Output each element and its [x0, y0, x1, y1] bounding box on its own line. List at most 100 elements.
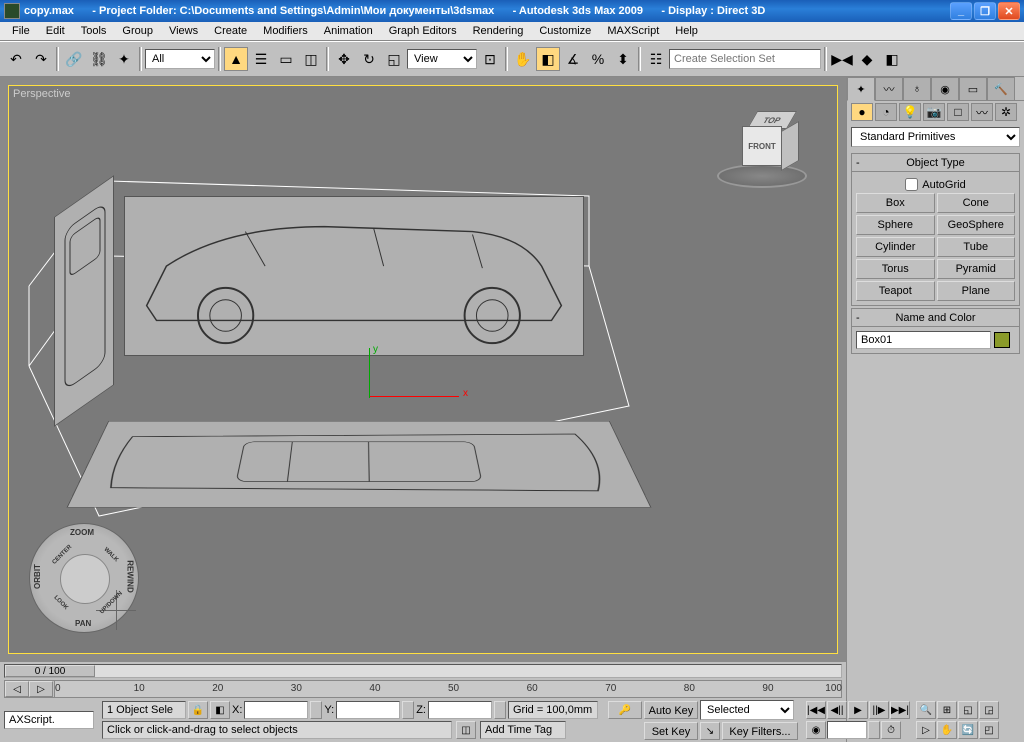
key-mode-toggle[interactable]: ◉ — [806, 721, 826, 739]
add-time-tag[interactable]: Add Time Tag — [480, 721, 566, 739]
redo-button[interactable]: ↷ — [29, 47, 53, 71]
navwheel-look[interactable]: LOOK — [52, 595, 69, 612]
hierarchy-tab[interactable]: ♁ — [903, 77, 931, 101]
object-name-input[interactable] — [856, 331, 991, 349]
z-coord-input[interactable] — [428, 701, 492, 719]
utilities-tab[interactable]: 🔨 — [987, 77, 1015, 101]
key-mode-button[interactable]: ↘ — [700, 722, 720, 740]
unlink-button[interactable]: ⛓ — [87, 47, 111, 71]
viewcube-side-face[interactable] — [781, 121, 799, 171]
undo-button[interactable]: ↶ — [4, 47, 28, 71]
lock-selection-button[interactable]: 🔒 — [188, 701, 208, 719]
y-spinner[interactable] — [402, 701, 414, 719]
rotate-button[interactable]: ↻ — [357, 47, 381, 71]
menu-tools[interactable]: Tools — [73, 23, 115, 39]
auto-key-button[interactable]: Auto Key — [644, 701, 698, 719]
autogrid-checkbox[interactable] — [905, 178, 918, 191]
cylinder-button[interactable]: Cylinder — [856, 237, 935, 257]
plane-button[interactable]: Plane — [937, 281, 1016, 301]
pyramid-button[interactable]: Pyramid — [937, 259, 1016, 279]
viewcube-compass[interactable] — [717, 164, 807, 188]
menu-help[interactable]: Help — [667, 23, 706, 39]
reference-coord-dropdown[interactable]: View — [407, 49, 477, 69]
helpers-subtab[interactable]: □ — [947, 103, 969, 121]
current-frame-input[interactable] — [827, 721, 867, 739]
zoom-extents-all-button[interactable]: ◲ — [979, 701, 999, 719]
cameras-subtab[interactable]: 📷 — [923, 103, 945, 121]
minimize-button[interactable]: _ — [950, 2, 972, 20]
percent-snap-button[interactable]: % — [586, 47, 610, 71]
layer-manager-button[interactable]: ◧ — [880, 47, 904, 71]
absolute-relative-button[interactable]: ◧ — [210, 701, 230, 719]
viewcube-front-face[interactable]: FRONT — [742, 126, 782, 166]
menu-file[interactable]: File — [4, 23, 38, 39]
link-button[interactable]: 🔗 — [62, 47, 86, 71]
set-key-icon-button[interactable]: 🔑 — [608, 701, 642, 719]
pivot-center-button[interactable]: ⊡ — [478, 47, 502, 71]
prev-frame-button[interactable]: ◀|| — [827, 701, 847, 719]
named-selection-input[interactable] — [669, 49, 821, 69]
trackbar-right-button[interactable]: ▷ — [29, 681, 53, 697]
navwheel-zoom[interactable]: ZOOM — [70, 528, 94, 537]
selection-filter-dropdown[interactable]: All — [145, 49, 215, 69]
zoom-all-button[interactable]: ⊞ — [937, 701, 957, 719]
goto-end-button[interactable]: ▶▶| — [890, 701, 910, 719]
x-coord-input[interactable] — [244, 701, 308, 719]
menu-views[interactable]: Views — [161, 23, 206, 39]
scale-button[interactable]: ◱ — [382, 47, 406, 71]
teapot-button[interactable]: Teapot — [856, 281, 935, 301]
select-by-name-button[interactable]: ☰ — [249, 47, 273, 71]
x-spinner[interactable] — [310, 701, 322, 719]
mirror-button[interactable]: ▶◀ — [830, 47, 854, 71]
frame-spinner[interactable] — [868, 721, 880, 739]
zoom-extents-button[interactable]: ◱ — [958, 701, 978, 719]
pan-view-button[interactable]: ✋ — [937, 721, 957, 739]
key-mode-dropdown[interactable]: Selected — [700, 700, 794, 720]
menu-maxscript[interactable]: MAXScript — [599, 23, 667, 39]
geosphere-button[interactable]: GeoSphere — [937, 215, 1016, 235]
y-coord-input[interactable] — [336, 701, 400, 719]
time-slider[interactable]: 0 / 100 — [4, 664, 842, 678]
close-button[interactable]: ✕ — [998, 2, 1020, 20]
orbit-view-button[interactable]: 🔄 — [958, 721, 978, 739]
perspective-viewport[interactable]: Perspective — [8, 85, 838, 654]
key-filters-button[interactable]: Key Filters... — [722, 722, 798, 740]
menu-edit[interactable]: Edit — [38, 23, 73, 39]
time-ruler[interactable]: ◁ ▷ 0 10 20 30 40 50 60 70 80 90 100 — [4, 680, 842, 698]
maximize-viewport-button[interactable]: ◰ — [979, 721, 999, 739]
zoom-button[interactable]: 🔍 — [916, 701, 936, 719]
geometry-subtab[interactable]: ● — [851, 103, 873, 121]
name-color-rollout-header[interactable]: - Name and Color — [852, 309, 1019, 327]
set-key-button[interactable]: Set Key — [644, 722, 698, 740]
navwheel-walk[interactable]: WALK — [103, 547, 120, 564]
box-button[interactable]: Box — [856, 193, 935, 213]
maximize-button[interactable]: ❐ — [974, 2, 996, 20]
object-type-rollout-header[interactable]: - Object Type — [852, 154, 1019, 172]
modify-tab[interactable]: 〰 — [875, 77, 903, 101]
navigation-wheel[interactable]: ZOOM ORBIT PAN REWIND CENTER WALK LOOK U… — [29, 523, 139, 633]
isolated-selection-button[interactable]: ◫ — [456, 721, 476, 739]
spinner-snap-button[interactable]: ⬍ — [611, 47, 635, 71]
shapes-subtab[interactable]: ◔ — [875, 103, 897, 121]
bind-spacewarp-button[interactable]: ✦ — [112, 47, 136, 71]
display-tab[interactable]: ▭ — [959, 77, 987, 101]
menu-rendering[interactable]: Rendering — [465, 23, 532, 39]
align-button[interactable]: ◆ — [855, 47, 879, 71]
window-crossing-button[interactable]: ◫ — [299, 47, 323, 71]
axscript-listener[interactable] — [4, 711, 94, 729]
category-dropdown[interactable]: Standard Primitives — [851, 127, 1020, 147]
move-button[interactable]: ✥ — [332, 47, 356, 71]
cone-button[interactable]: Cone — [937, 193, 1016, 213]
edit-named-selections-button[interactable]: ☷ — [644, 47, 668, 71]
menu-customize[interactable]: Customize — [531, 23, 599, 39]
sphere-button[interactable]: Sphere — [856, 215, 935, 235]
torus-button[interactable]: Torus — [856, 259, 935, 279]
navwheel-pan[interactable]: PAN — [75, 619, 91, 628]
object-color-swatch[interactable] — [994, 332, 1010, 348]
tube-button[interactable]: Tube — [937, 237, 1016, 257]
navwheel-orbit[interactable]: ORBIT — [33, 564, 42, 589]
menu-animation[interactable]: Animation — [316, 23, 381, 39]
navwheel-rewind[interactable]: REWIND — [125, 560, 134, 592]
snap-toggle-button[interactable]: ◧ — [536, 47, 560, 71]
trackbar-left-button[interactable]: ◁ — [5, 681, 29, 697]
